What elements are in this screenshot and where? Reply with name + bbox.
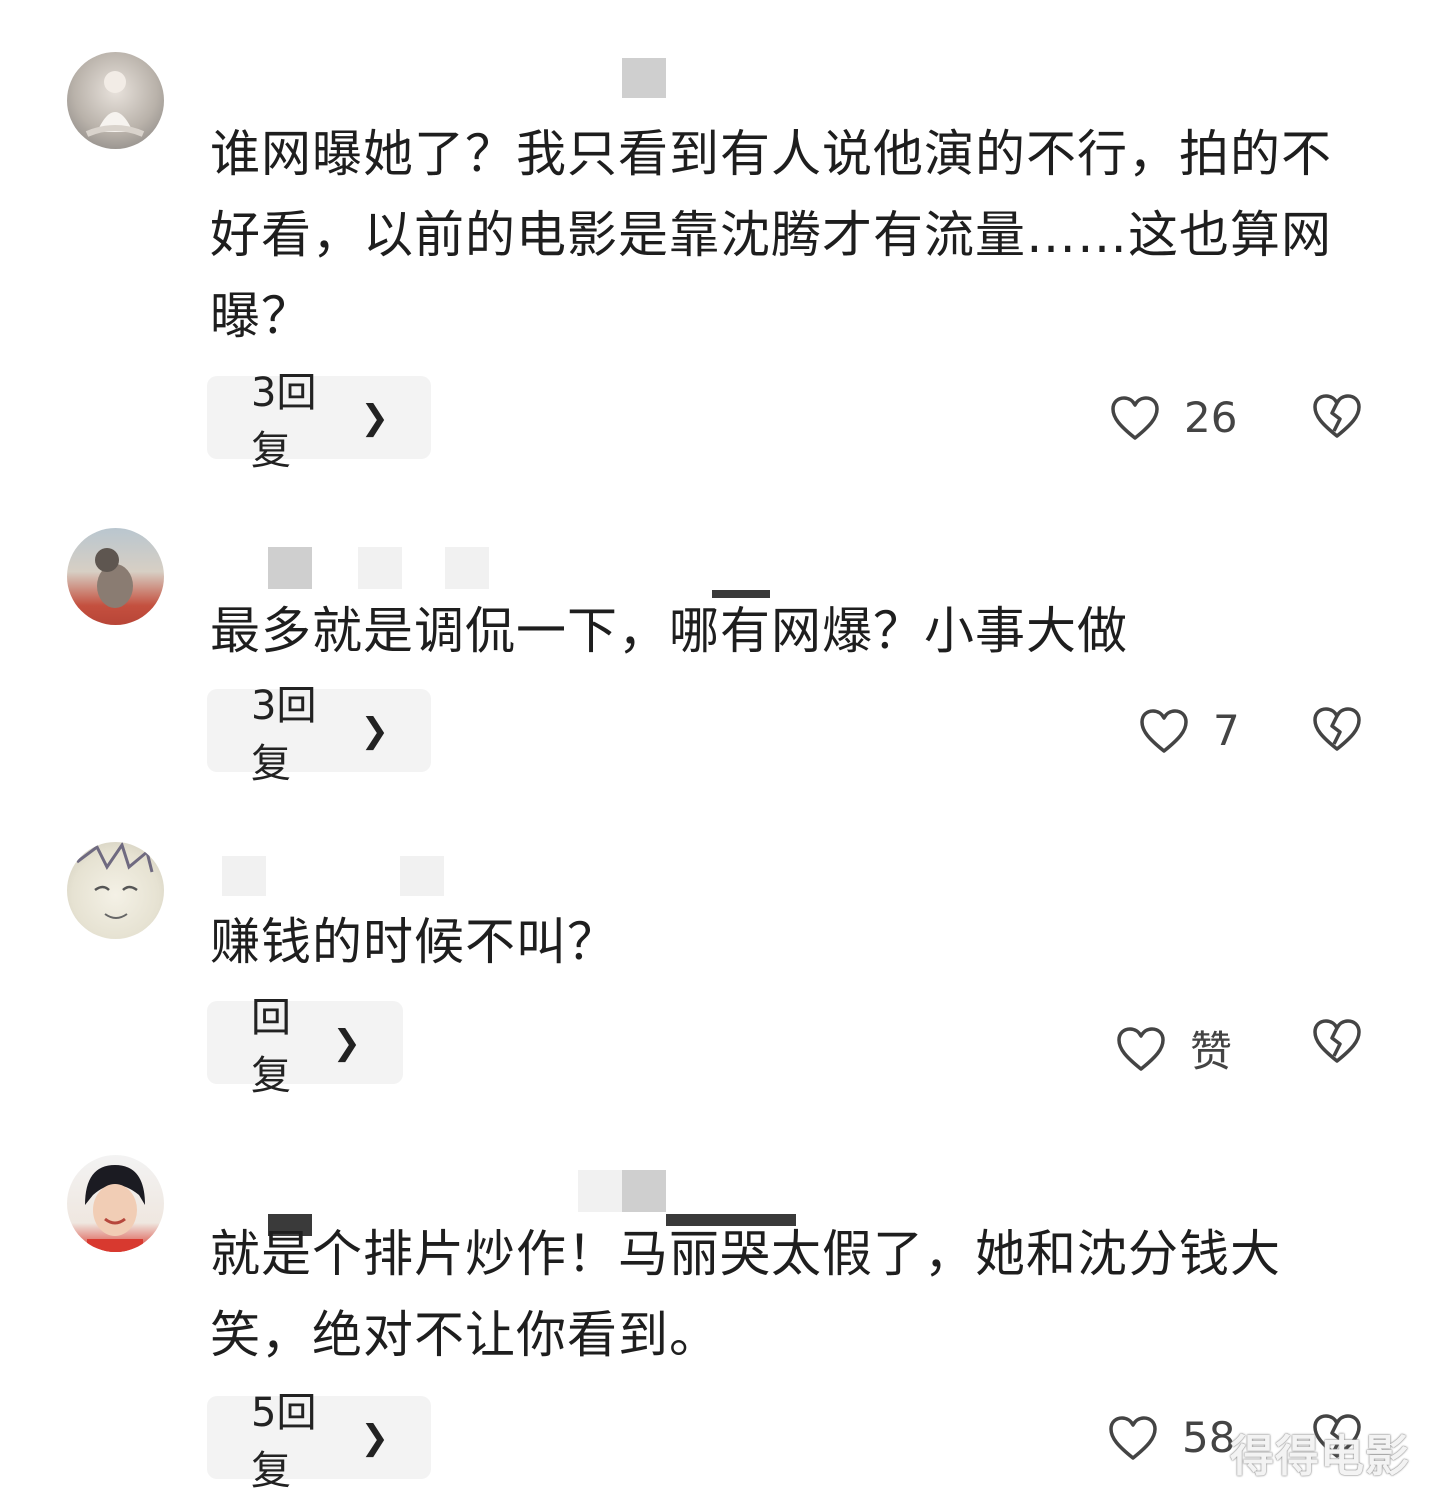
redacted-username <box>445 547 489 589</box>
like-button[interactable]: 7 <box>1139 706 1240 755</box>
redacted-username <box>222 856 266 896</box>
avatar-portrait-image <box>85 1165 145 1252</box>
avatar[interactable] <box>67 528 164 625</box>
reply-label: 5回复 <box>251 1389 317 1494</box>
broken-heart-icon[interactable] <box>1312 706 1362 752</box>
reply-label: 回复 <box>251 994 291 1099</box>
reply-button[interactable]: 5回复 ❯ <box>207 1390 431 1494</box>
reply-button[interactable]: 3回复 ❯ <box>207 683 431 787</box>
reply-button[interactable]: 回复 ❯ <box>207 995 403 1099</box>
like-button[interactable]: 58 <box>1108 1413 1235 1462</box>
like-count: 赞 <box>1190 1027 1233 1076</box>
like-button[interactable]: 赞 <box>1116 1018 1232 1079</box>
avatar-figure-image <box>85 71 145 137</box>
reply-button[interactable]: 3回复 ❯ <box>207 370 431 474</box>
chevron-right-icon: ❯ <box>332 1022 362 1063</box>
like-count: 7 <box>1213 706 1240 755</box>
redacted-username <box>358 547 402 589</box>
like-count: 26 <box>1184 393 1238 442</box>
redacted-username <box>268 547 312 589</box>
avatar[interactable] <box>67 1155 164 1252</box>
like-count: 58 <box>1182 1413 1236 1462</box>
chevron-right-icon: ❯ <box>360 1417 390 1458</box>
broken-heart-icon[interactable] <box>1312 393 1362 439</box>
avatar[interactable] <box>67 842 164 939</box>
redacted-username <box>622 58 666 98</box>
chevron-right-icon: ❯ <box>360 397 390 438</box>
comment-text: 最多就是调侃一下，哪有网爆？小事大做 <box>210 602 1128 660</box>
avatar-dog-image <box>95 548 133 608</box>
chevron-right-icon: ❯ <box>360 710 390 751</box>
comment-text: 赚钱的时候不叫？ <box>210 913 618 971</box>
heart-outline-icon <box>1140 708 1188 753</box>
heart-outline-icon <box>1111 395 1159 440</box>
avatar[interactable] <box>67 52 164 149</box>
heart-outline-icon <box>1109 1415 1157 1460</box>
redacted-username <box>400 856 444 896</box>
reply-label: 3回复 <box>251 369 317 474</box>
watermark-text: 得得电影 <box>1230 1431 1410 1482</box>
comment-text: 谁网曝她了？我只看到有人说他演的不行，拍的不好看，以前的电影是靠沈腾才有流量……… <box>210 125 1332 345</box>
broken-heart-icon[interactable] <box>1312 1018 1362 1064</box>
reply-label: 3回复 <box>251 682 317 787</box>
avatar-cartoon-face-image <box>76 842 154 919</box>
redacted-username <box>578 1170 622 1212</box>
comment-text: 就是个排片炒作！马丽哭太假了，她和沈分钱大笑，绝对不让你看到。 <box>210 1225 1281 1364</box>
like-button[interactable]: 26 <box>1110 393 1237 442</box>
heart-outline-icon <box>1117 1026 1165 1071</box>
redacted-username <box>622 1170 666 1212</box>
